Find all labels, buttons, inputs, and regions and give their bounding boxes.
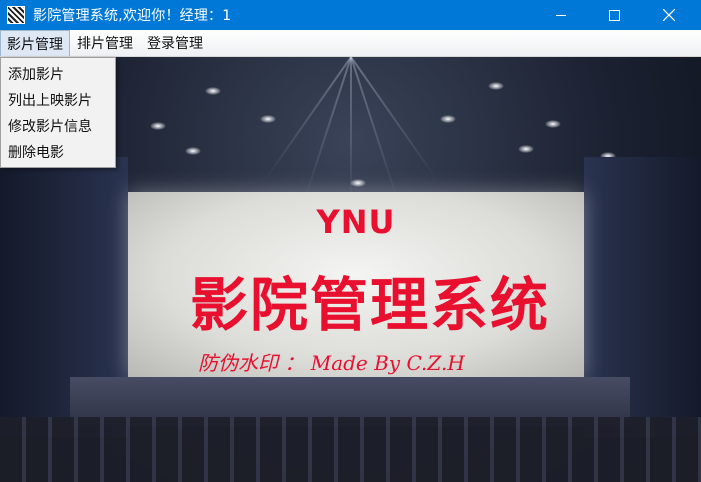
title-bar: 影院管理系统,欢迎你！经理：1: [0, 0, 701, 30]
menu-bar: 影片管理 排片管理 登录管理: [0, 30, 701, 57]
close-icon: [663, 9, 675, 21]
menu-item-add-film[interactable]: 添加影片: [1, 62, 115, 88]
menu-schedule-management[interactable]: 排片管理: [70, 30, 140, 56]
minimize-button[interactable]: [538, 0, 584, 30]
menu-film-management[interactable]: 影片管理: [0, 30, 70, 56]
seats: [0, 417, 701, 482]
film-management-dropdown: 添加影片 列出上映影片 修改影片信息 删除电影: [0, 57, 116, 168]
menu-login-management[interactable]: 登录管理: [140, 30, 210, 56]
minimize-icon: [556, 14, 566, 16]
system-title: 影院管理系统: [190, 271, 551, 339]
maximize-icon: [608, 9, 620, 21]
watermark-text: 防伪水印 ： Made By C.Z.H: [198, 351, 465, 375]
maximize-button[interactable]: [591, 0, 637, 30]
menu-item-edit-film-info[interactable]: 修改影片信息: [1, 114, 115, 140]
window-title: 影院管理系统,欢迎你！经理：1: [33, 8, 232, 24]
menu-item-delete-film[interactable]: 删除电影: [1, 140, 115, 166]
close-button[interactable]: [646, 0, 692, 30]
app-icon: [7, 6, 25, 24]
menu-item-list-showing-films[interactable]: 列出上映影片: [1, 88, 115, 114]
brand-logo-text: YNU: [316, 203, 396, 241]
